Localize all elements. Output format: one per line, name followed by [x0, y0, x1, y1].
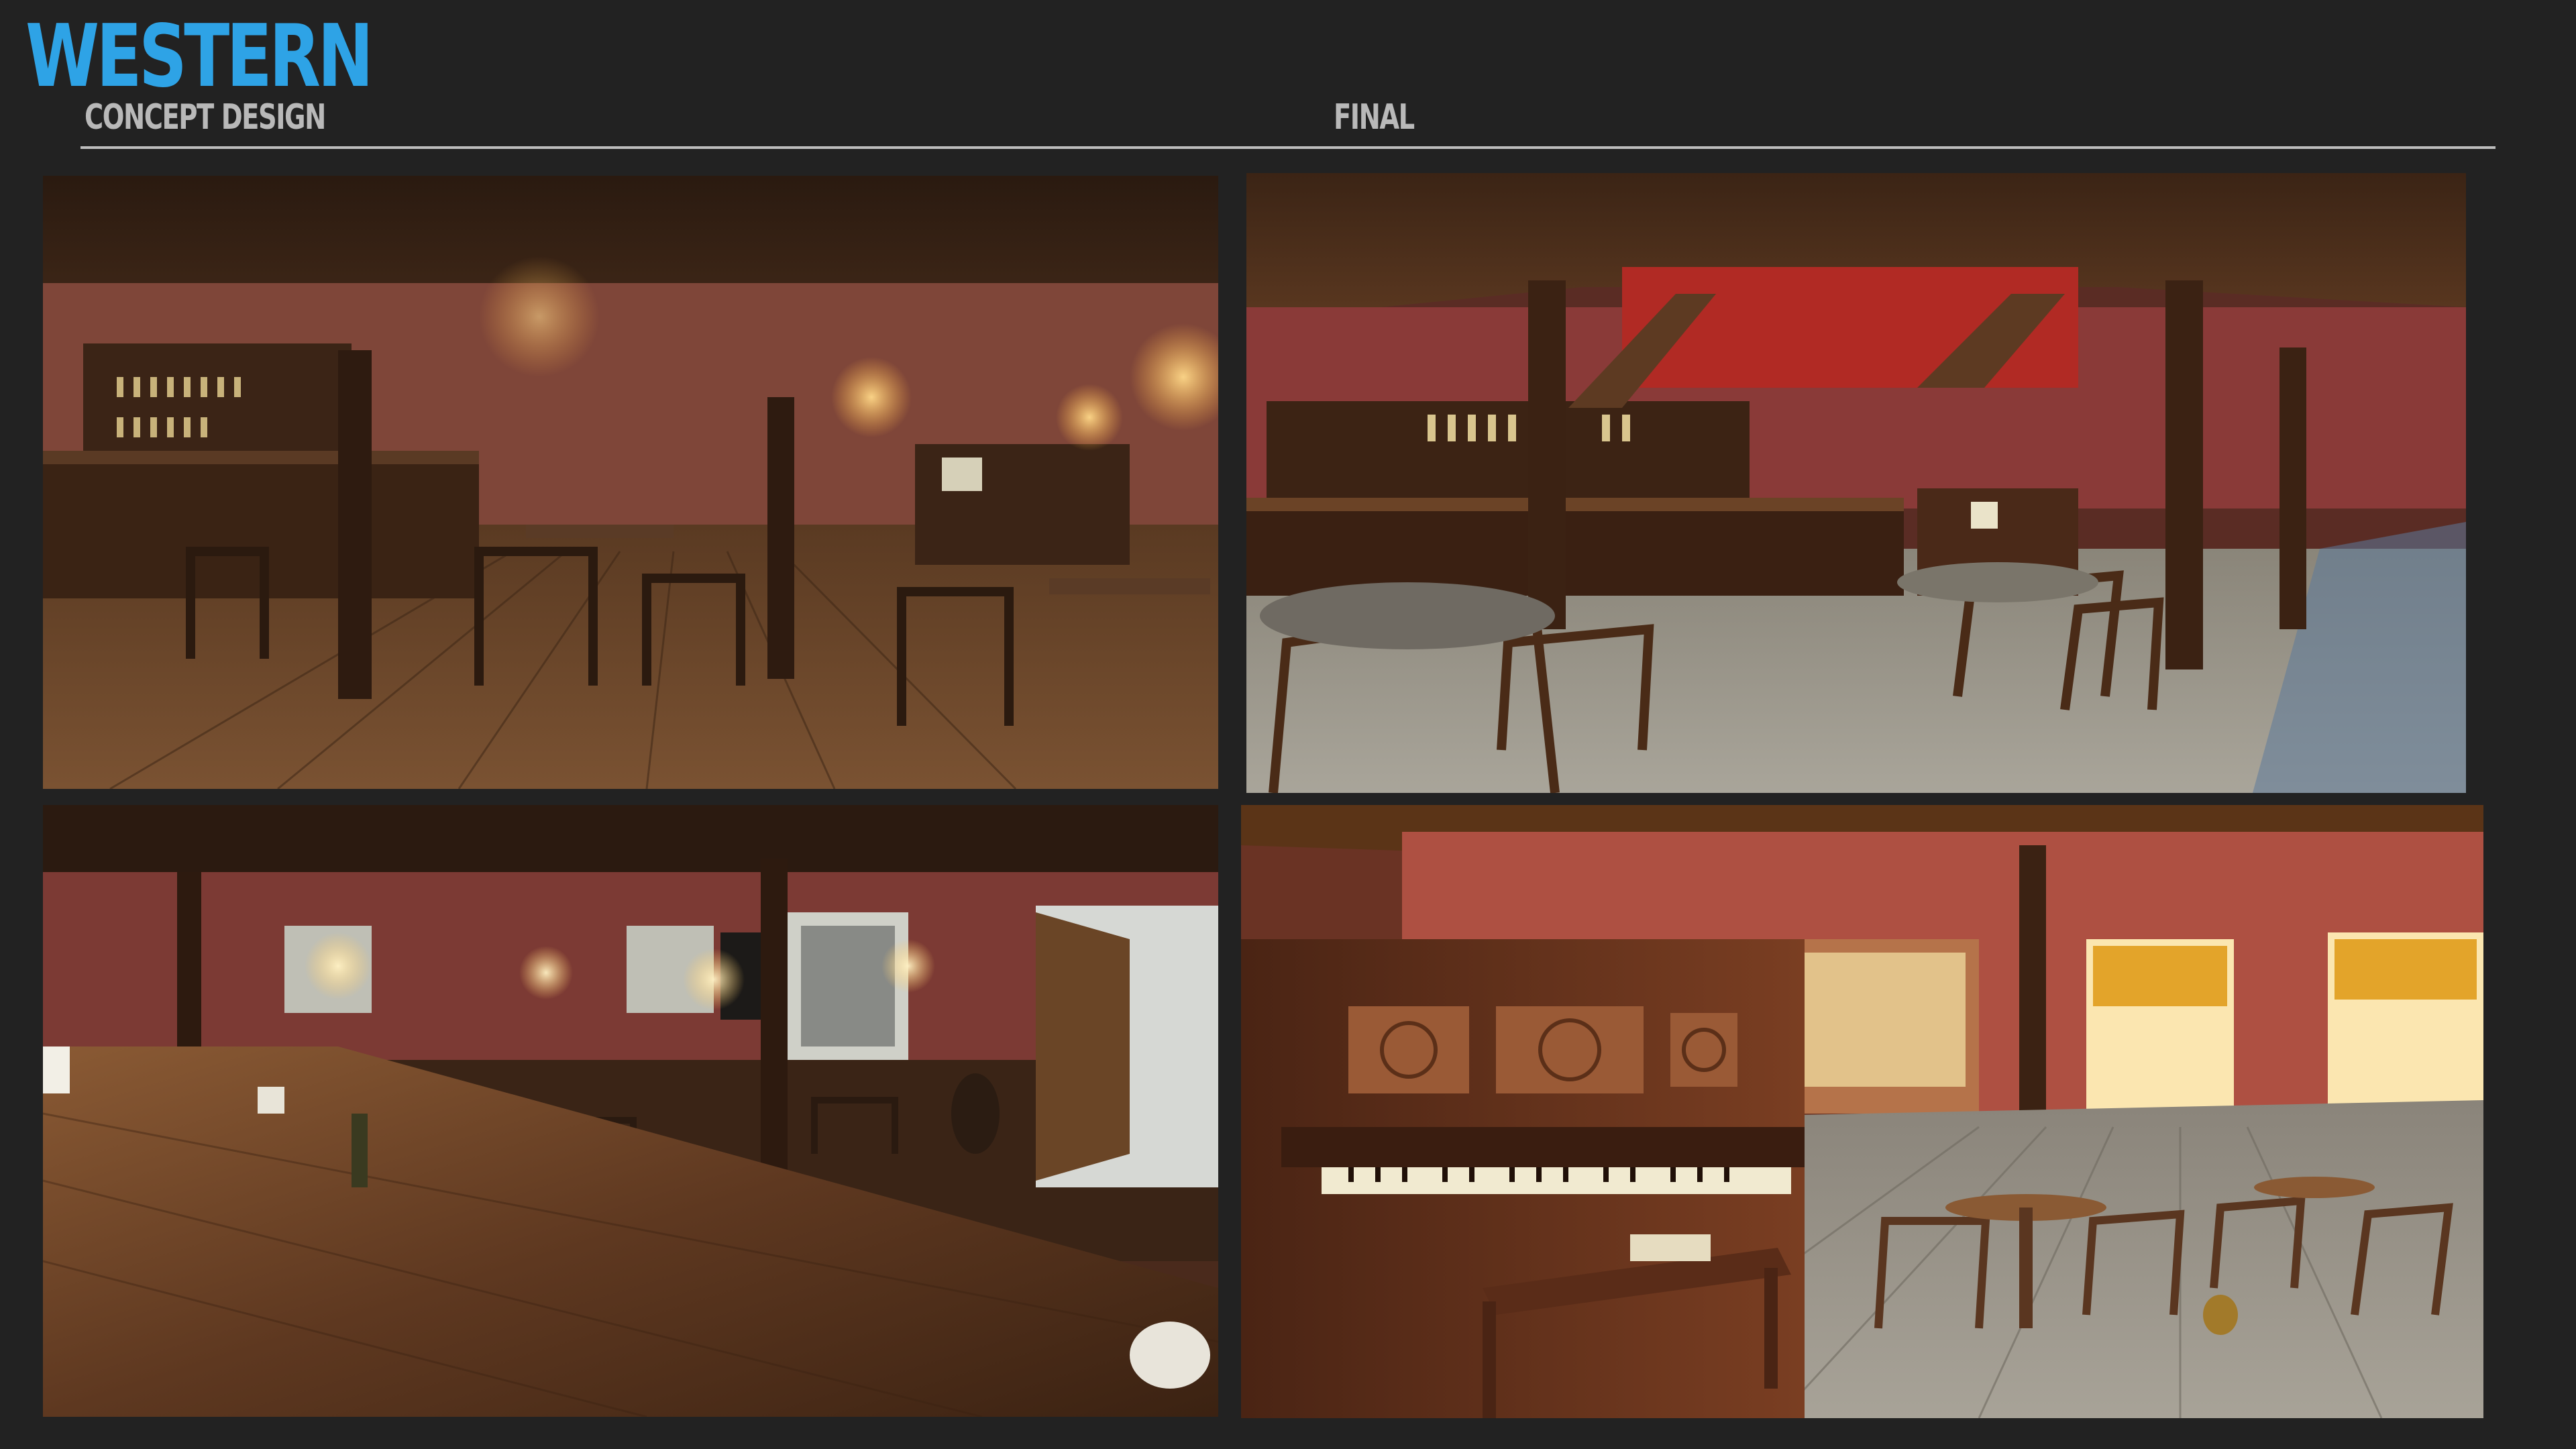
concept-image-2	[43, 805, 1218, 1417]
page: WESTERN CONCEPT DESIGN FINAL	[0, 0, 2576, 1449]
final-saloon-piano-image	[1241, 805, 2483, 1418]
final-label: FINAL	[1334, 97, 1415, 138]
concept-image-1	[43, 176, 1218, 789]
final-saloon-bar-image	[1246, 173, 2466, 793]
page-title: WESTERN	[25, 7, 374, 107]
concept-saloon-counter-image	[43, 805, 1218, 1417]
concept-saloon-bar-image	[43, 176, 1218, 789]
final-image-2	[1241, 805, 2483, 1418]
header-divider	[80, 146, 2496, 149]
final-image-1	[1246, 173, 2466, 793]
concept-design-label: CONCEPT DESIGN	[85, 97, 326, 138]
